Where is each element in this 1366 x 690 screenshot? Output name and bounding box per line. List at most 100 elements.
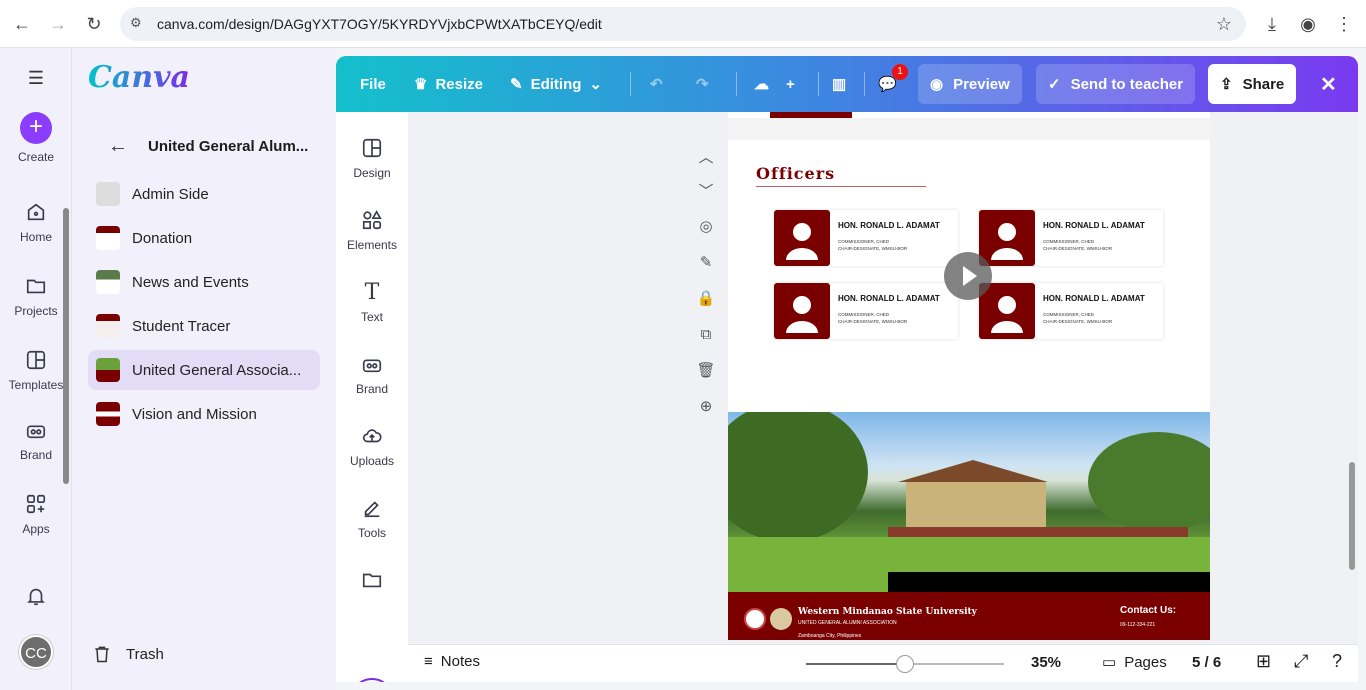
page-footer: Western Mindanao State University UNITED… (728, 592, 1210, 640)
notes-button[interactable]: ≡ Notes (424, 653, 480, 670)
projects-nav[interactable]: Projects (0, 274, 72, 318)
design-item[interactable]: Donation (88, 218, 320, 258)
resize-label: Resize (435, 75, 483, 93)
preview-button[interactable]: ◉ Preview (918, 64, 1022, 104)
site-info-icon[interactable]: ⚙ (130, 15, 148, 33)
add-page-icon[interactable]: ⊕ (694, 394, 718, 418)
officer-title: COMMISSIONER, CHED CHAIR-DESIGNATE, WMSU-… (1043, 238, 1112, 252)
design-label: Donation (132, 229, 193, 247)
close-icon[interactable]: ✕ (1320, 56, 1337, 112)
undo-icon[interactable]: ↶ (650, 56, 663, 112)
home-nav[interactable]: Home (0, 200, 72, 244)
projects-tool[interactable] (336, 568, 408, 598)
folder-list: Admin Side Donation News and Events Stud… (88, 174, 320, 438)
divider (864, 72, 865, 96)
check-circle-icon: ✓ (1048, 76, 1061, 93)
panel-scrollbar[interactable] (63, 208, 69, 484)
design-tool[interactable]: Design (336, 136, 408, 180)
menu-dots-icon[interactable]: ⋮ (1332, 12, 1356, 36)
bookmark-star-icon[interactable]: ☆ (1216, 14, 1232, 35)
folder-item[interactable]: Admin Side (88, 174, 320, 214)
brand-icon (24, 418, 48, 442)
comments-icon[interactable]: 💬 (878, 56, 897, 112)
design-label: Student Tracer (132, 317, 231, 335)
divider (736, 72, 737, 96)
duplicate-icon[interactable]: ⧉ (694, 322, 718, 346)
zoom-level[interactable]: 35% (1031, 654, 1061, 671)
tools-tool[interactable]: Tools (336, 496, 408, 540)
chevron-down-icon[interactable]: ﹀ (694, 178, 718, 202)
uploads-tool[interactable]: Uploads (336, 424, 408, 468)
design-item-active[interactable]: United General Associa... (88, 350, 320, 390)
canvas-scrollbar[interactable] (1349, 462, 1355, 570)
person-icon (774, 283, 830, 339)
title-underline (756, 186, 926, 187)
back-icon[interactable]: ← (10, 12, 34, 36)
avatar[interactable]: CC (19, 635, 53, 669)
chevron-up-icon[interactable]: ︿ (694, 144, 718, 168)
officer-title-line: CHAIR-DESIGNATE, WMSU-BOR (838, 246, 908, 251)
notes-edit-icon[interactable]: ✎ (694, 250, 718, 274)
zoom-slider[interactable] (806, 655, 1004, 673)
trash-link[interactable]: Trash (92, 644, 164, 664)
apps-nav[interactable]: Apps (0, 492, 72, 536)
trash-label: Trash (126, 645, 164, 663)
magic-sparkle-icon[interactable]: ✦ (350, 678, 394, 682)
brand-tool[interactable]: Brand (336, 352, 408, 396)
delete-icon[interactable]: 🗑 (694, 358, 718, 382)
forward-icon[interactable]: → (46, 12, 70, 36)
folder-icon (24, 274, 48, 298)
templates-nav[interactable]: Templates (0, 348, 72, 392)
pen-tool-icon (360, 496, 384, 520)
file-menu[interactable]: File (360, 56, 386, 112)
divider (818, 72, 819, 96)
grid-view-icon[interactable]: ⊞ (1256, 651, 1271, 672)
elements-label: Elements (346, 238, 398, 252)
crown-icon: ♛ (414, 76, 428, 93)
design-item[interactable]: Vision and Mission (88, 394, 320, 434)
elements-tool[interactable]: Elements (336, 208, 408, 252)
officer-card[interactable]: HON. RONALD L. ADAMAT COMMISSIONER, CHED… (774, 283, 958, 339)
add-icon[interactable]: + (786, 56, 795, 112)
brand-nav[interactable]: Brand (0, 418, 72, 462)
resize-button[interactable]: ♛ Resize (414, 56, 483, 112)
apps-label: Apps (22, 522, 50, 536)
create-label: Create (17, 150, 55, 164)
editing-dropdown[interactable]: ✎ Editing ⌄ (510, 56, 602, 112)
pages-button[interactable]: ▭ Pages (1102, 653, 1167, 672)
pages-label: Pages (1124, 653, 1167, 671)
create-button[interactable]: + Create (0, 112, 72, 164)
uploads-label: Uploads (349, 454, 395, 468)
send-to-teacher-button[interactable]: ✓ Send to teacher (1036, 64, 1196, 104)
officer-card[interactable]: HON. RONALD L. ADAMAT COMMISSIONER, CHED… (979, 283, 1163, 339)
text-tool[interactable]: T Text (336, 280, 408, 325)
projects-label: Projects (14, 304, 58, 318)
design-item[interactable]: Student Tracer (88, 306, 320, 346)
fullscreen-icon[interactable]: ⤢ (1294, 651, 1308, 672)
play-icon[interactable] (944, 252, 992, 300)
notifications-bell-icon[interactable] (0, 584, 72, 614)
cloud-saved-icon[interactable]: ☁ (754, 56, 769, 112)
projects-panel: Canva ← United General Alum... Admin Sid… (63, 48, 336, 690)
campus-photo[interactable] (728, 402, 1210, 592)
help-icon[interactable]: ? (1332, 651, 1342, 672)
design-item[interactable]: News and Events (88, 262, 320, 302)
share-button[interactable]: ⇪ Share (1208, 64, 1297, 104)
cloud-upload-icon (360, 424, 384, 448)
download-icon[interactable]: ⤓ (1260, 12, 1284, 36)
address-bar[interactable]: ⚙ canva.com/design/DAGgYXT7OGY/5KYRDYVjx… (120, 7, 1246, 41)
officer-card[interactable]: HON. RONALD L. ADAMAT COMMISSIONER, CHED… (979, 210, 1163, 266)
insights-chart-icon[interactable]: ▥ (832, 56, 846, 112)
file-label: File (360, 75, 386, 93)
redo-icon[interactable]: ↷ (696, 56, 709, 112)
design-page[interactable]: Officers HON. RONALD L. ADAMAT COMMISSIO… (728, 112, 1210, 640)
back-arrow-icon[interactable]: ← (108, 135, 128, 158)
collapse-menu-icon[interactable]: ☰ (0, 66, 72, 96)
zoom-slider-handle[interactable] (896, 655, 914, 673)
officer-card[interactable]: HON. RONALD L. ADAMAT COMMISSIONER, CHED… (774, 210, 958, 266)
canva-logo[interactable]: Canva (88, 60, 190, 95)
hide-eye-icon[interactable]: ◎ (694, 214, 718, 238)
lock-icon[interactable]: 🔒 (694, 286, 718, 310)
profile-icon[interactable]: ◉ (1296, 12, 1320, 36)
reload-icon[interactable]: ↻ (82, 12, 106, 36)
